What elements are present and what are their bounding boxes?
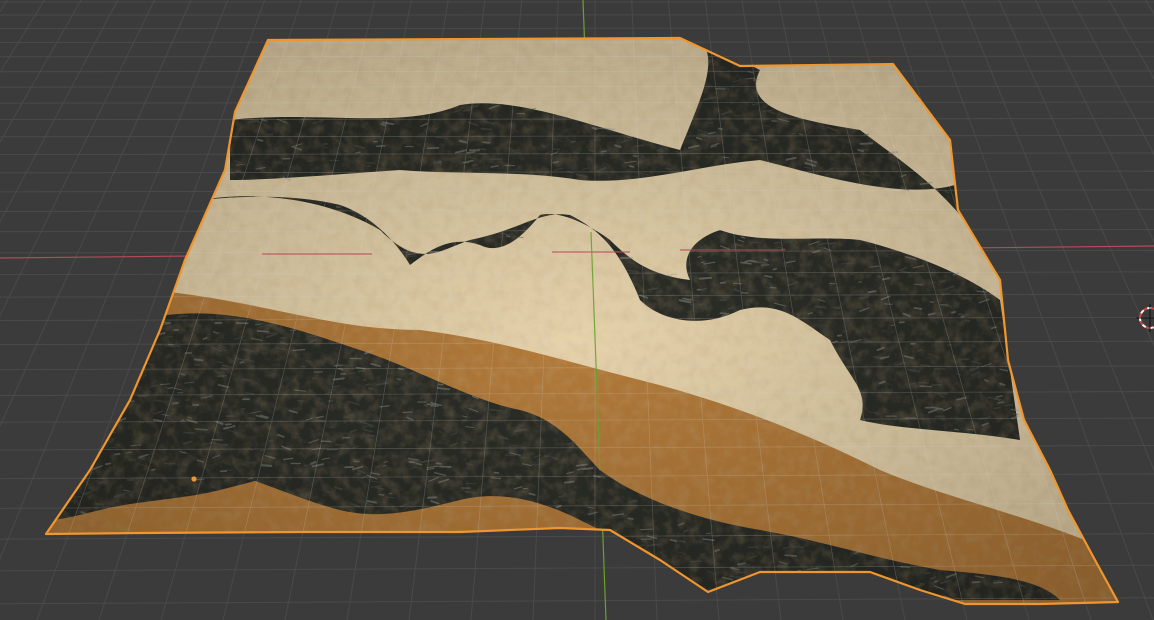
- 3d-viewport[interactable]: [0, 0, 1154, 620]
- object-origin-icon[interactable]: [191, 476, 197, 482]
- viewport-canvas[interactable]: [0, 0, 1154, 620]
